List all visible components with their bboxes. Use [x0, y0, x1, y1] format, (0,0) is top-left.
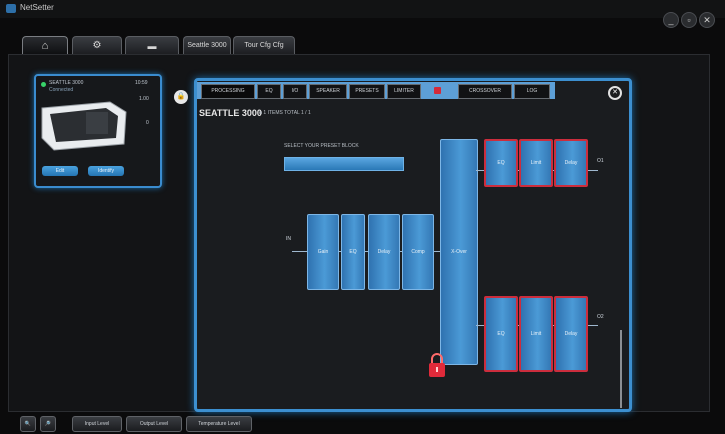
magnifier-icon[interactable]: 🔍: [20, 416, 36, 432]
bottom-block-3[interactable]: Delay: [554, 296, 588, 372]
device-value-mid: 1.00: [139, 96, 149, 102]
tab-speaker[interactable]: SPEAKER: [309, 84, 347, 99]
bottom-block-2[interactable]: Limit: [519, 296, 553, 372]
preset-label: SELECT YOUR PRESET BLOCK: [284, 143, 359, 149]
tab-limiter[interactable]: LIMITER: [387, 84, 421, 99]
zoom-icon[interactable]: 🔎: [40, 416, 56, 432]
device-image: [41, 101, 127, 151]
top-output-label: O1: [597, 158, 604, 164]
device-edit-button[interactable]: Edit: [42, 166, 78, 176]
bottom-output-label: O2: [597, 314, 604, 320]
home-tab[interactable]: ⌂: [22, 36, 68, 55]
title-bar: [0, 0, 725, 18]
app-logo-icon: [6, 4, 16, 13]
output-level-button[interactable]: Output Level: [126, 416, 182, 432]
top-block-3[interactable]: Delay: [554, 139, 588, 187]
bottom-block-1[interactable]: EQ: [484, 296, 518, 372]
input-block-1[interactable]: Gain: [307, 214, 339, 290]
status-led: [41, 82, 46, 87]
padlock-icon[interactable]: [427, 352, 447, 378]
tab-crossover[interactable]: CROSSOVER: [458, 84, 512, 99]
card-lock-icon[interactable]: 🔒: [174, 90, 188, 104]
tab-log[interactable]: LOG: [514, 84, 550, 99]
tab-tour-cfg[interactable]: Tour Cfg Cfg: [233, 36, 295, 55]
device-identify-button[interactable]: Identify: [88, 166, 124, 176]
panel-title: SEATTLE 3000: [199, 108, 262, 118]
top-block-1[interactable]: EQ: [484, 139, 518, 187]
folder-tab[interactable]: ▬: [125, 36, 179, 55]
device-name: SEATTLE 3000: [49, 80, 84, 86]
device-status: Connected: [49, 87, 74, 93]
top-block-2[interactable]: Limit: [519, 139, 553, 187]
folder-icon: ▬: [147, 41, 157, 51]
close-icon[interactable]: ✕: [699, 12, 715, 28]
tab-seattle[interactable]: Seattle 3000: [183, 36, 231, 55]
gear-icon: ⚙: [92, 40, 102, 51]
temperature-level-button[interactable]: Temperature Level: [186, 416, 252, 432]
panel-subtitle: ■ 1 ITEMS TOTAL 1 / 1: [259, 110, 311, 116]
settings-tab[interactable]: ⚙: [72, 36, 122, 55]
warning-icon: [434, 87, 441, 94]
crossover-block[interactable]: X-Over: [440, 139, 478, 365]
input-block-3[interactable]: Delay: [368, 214, 400, 290]
minimize-icon[interactable]: _: [663, 12, 679, 28]
input-label: IN: [286, 236, 291, 242]
tab-eq[interactable]: EQ: [257, 84, 281, 99]
tab-processing[interactable]: PROCESSING: [201, 84, 255, 99]
home-icon: ⌂: [41, 40, 49, 52]
restore-icon[interactable]: ▫: [681, 12, 697, 28]
window-title: NetSetter: [20, 3, 54, 12]
device-value-top: 10:59: [135, 80, 148, 86]
input-level-button[interactable]: Input Level: [72, 416, 122, 432]
tab-io[interactable]: I/O: [283, 84, 307, 99]
device-value-right: 0: [146, 120, 149, 126]
input-block-4[interactable]: Comp: [402, 214, 434, 290]
scroll-indicator[interactable]: [620, 330, 622, 408]
panel-close-icon[interactable]: ✕: [608, 86, 622, 100]
input-block-2[interactable]: EQ: [341, 214, 365, 290]
tab-presets[interactable]: PRESETS: [349, 84, 385, 99]
preset-selector[interactable]: [284, 157, 404, 171]
